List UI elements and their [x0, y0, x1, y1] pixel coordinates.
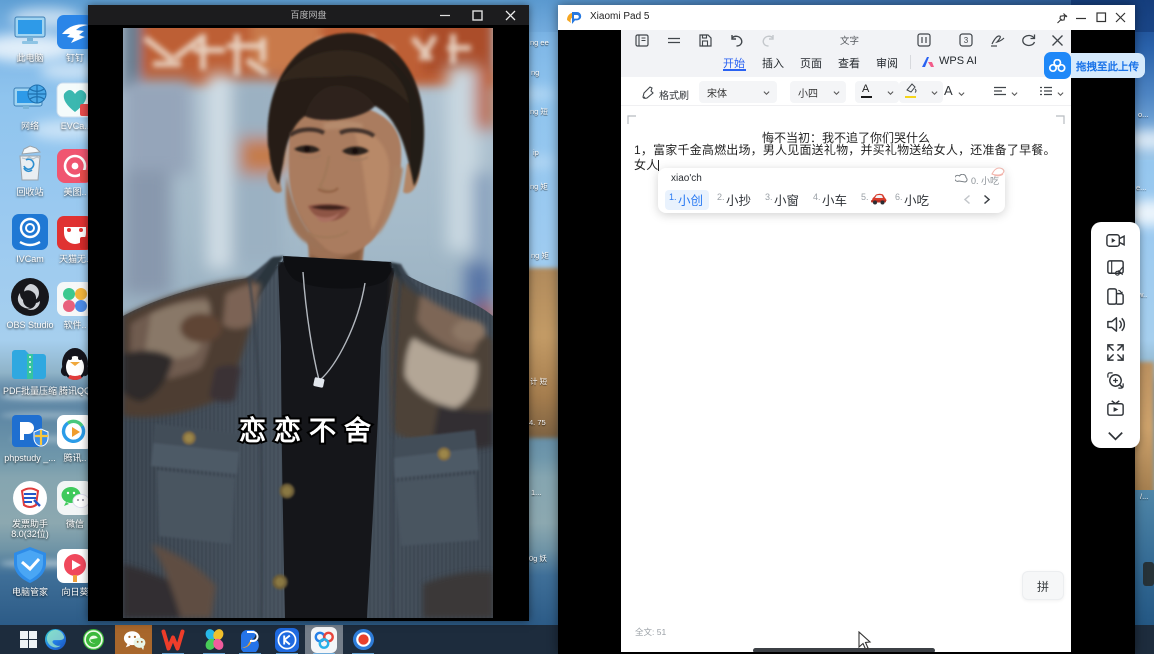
svg-text:3: 3	[964, 36, 969, 45]
svg-text:恋恋不舍: 恋恋不舍	[239, 415, 379, 446]
